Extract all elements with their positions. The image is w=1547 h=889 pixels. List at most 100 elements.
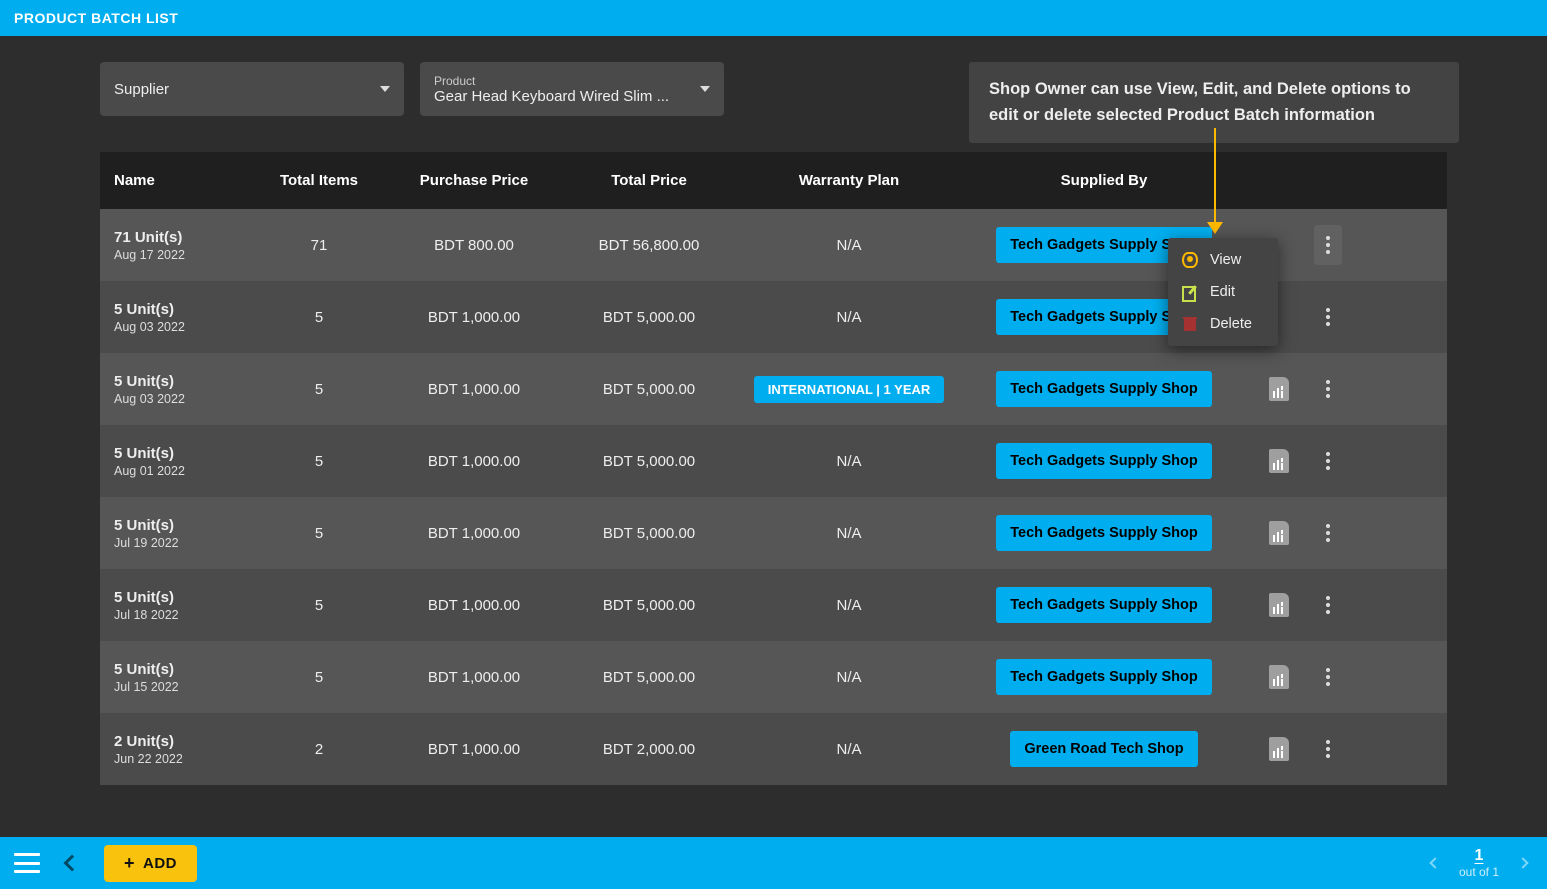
cell-total-items: 5 <box>254 453 384 470</box>
report-icon[interactable] <box>1269 449 1289 473</box>
table-row: 5 Unit(s) Aug 01 2022 5 BDT 1,000.00 BDT… <box>100 425 1447 497</box>
table-row: 5 Unit(s) Jul 18 2022 5 BDT 1,000.00 BDT… <box>100 569 1447 641</box>
chevron-down-icon <box>700 86 710 92</box>
cell-purchase-price: BDT 800.00 <box>384 237 564 254</box>
cell-total-price: BDT 5,000.00 <box>564 669 734 686</box>
product-select[interactable]: Product Gear Head Keyboard Wired Slim ..… <box>420 62 724 116</box>
back-button[interactable] <box>64 855 81 872</box>
menu-item-edit-label: Edit <box>1210 284 1235 300</box>
pagination-prev[interactable] <box>1429 857 1440 868</box>
col-name: Name <box>114 172 254 189</box>
cell-total-price: BDT 5,000.00 <box>564 453 734 470</box>
row-context-menu: View Edit Delete <box>1168 238 1278 346</box>
menu-item-view[interactable]: View <box>1168 244 1278 276</box>
cell-warranty: N/A <box>734 741 964 758</box>
hamburger-icon[interactable] <box>14 853 40 873</box>
col-total-items: Total Items <box>254 172 384 189</box>
supplier-link[interactable]: Tech Gadgets Supply Shop <box>996 443 1211 479</box>
cell-total-price: BDT 5,000.00 <box>564 309 734 326</box>
cell-warranty: N/A <box>734 453 964 470</box>
supplier-link[interactable]: Tech Gadgets Supply Shop <box>996 515 1211 551</box>
menu-item-view-label: View <box>1210 252 1241 268</box>
col-supplied-by: Supplied By <box>964 172 1244 189</box>
eye-icon <box>1182 252 1198 268</box>
tooltip-arrow-line <box>1214 128 1216 228</box>
table-row: 5 Unit(s) Jul 19 2022 5 BDT 1,000.00 BDT… <box>100 497 1447 569</box>
cell-total-items: 5 <box>254 669 384 686</box>
cell-total-items: 5 <box>254 381 384 398</box>
row-actions-button[interactable] <box>1314 657 1342 697</box>
supplier-link[interactable]: Green Road Tech Shop <box>1010 731 1197 767</box>
bottom-bar: + ADD 1 out of 1 <box>0 837 1547 889</box>
cell-purchase-price: BDT 1,000.00 <box>384 669 564 686</box>
menu-item-delete-label: Delete <box>1210 316 1252 332</box>
pagination-out-of: out of 1 <box>1459 865 1499 879</box>
report-icon[interactable] <box>1269 593 1289 617</box>
warranty-badge: INTERNATIONAL | 1 YEAR <box>754 376 945 403</box>
col-purchase-price: Purchase Price <box>384 172 564 189</box>
cell-total-items: 71 <box>254 237 384 254</box>
table-row: 5 Unit(s) Aug 03 2022 5 BDT 1,000.00 BDT… <box>100 353 1447 425</box>
product-select-value: Gear Head Keyboard Wired Slim ... <box>434 88 669 105</box>
page-title: PRODUCT BATCH LIST <box>14 10 178 26</box>
tooltip-arrow-head-icon <box>1207 222 1223 234</box>
add-button[interactable]: + ADD <box>104 845 197 882</box>
cell-purchase-price: BDT 1,000.00 <box>384 309 564 326</box>
table-row: 2 Unit(s) Jun 22 2022 2 BDT 1,000.00 BDT… <box>100 713 1447 785</box>
plus-icon: + <box>124 858 135 869</box>
menu-item-edit[interactable]: Edit <box>1168 276 1278 308</box>
row-actions-button[interactable] <box>1314 585 1342 625</box>
report-icon[interactable] <box>1269 521 1289 545</box>
cell-name: 5 Unit(s) Aug 03 2022 <box>114 373 254 406</box>
cell-purchase-price: BDT 1,000.00 <box>384 453 564 470</box>
row-actions-button[interactable] <box>1314 729 1342 769</box>
cell-warranty: N/A <box>734 309 964 326</box>
supplier-link[interactable]: Tech Gadgets Supply Shop <box>996 659 1211 695</box>
cell-name: 5 Unit(s) Aug 01 2022 <box>114 445 254 478</box>
cell-name: 5 Unit(s) Jul 19 2022 <box>114 517 254 550</box>
row-actions-button[interactable] <box>1314 513 1342 553</box>
pagination-page-number[interactable]: 1 <box>1459 847 1499 865</box>
cell-total-items: 2 <box>254 741 384 758</box>
pagination-next[interactable] <box>1517 857 1528 868</box>
row-actions-button[interactable] <box>1314 369 1342 409</box>
cell-name: 71 Unit(s) Aug 17 2022 <box>114 229 254 262</box>
cell-name: 5 Unit(s) Aug 03 2022 <box>114 301 254 334</box>
supplier-link[interactable]: Tech Gadgets Supply Shop <box>996 587 1211 623</box>
report-icon[interactable] <box>1269 377 1289 401</box>
report-icon[interactable] <box>1269 737 1289 761</box>
pencil-icon <box>1182 284 1198 300</box>
cell-purchase-price: BDT 1,000.00 <box>384 381 564 398</box>
cell-name: 5 Unit(s) Jul 15 2022 <box>114 661 254 694</box>
row-actions-button[interactable] <box>1314 441 1342 481</box>
cell-total-price: BDT 2,000.00 <box>564 741 734 758</box>
cell-total-price: BDT 56,800.00 <box>564 237 734 254</box>
cell-total-items: 5 <box>254 309 384 326</box>
cell-purchase-price: BDT 1,000.00 <box>384 525 564 542</box>
top-bar: PRODUCT BATCH LIST <box>0 0 1547 36</box>
report-icon[interactable] <box>1269 665 1289 689</box>
col-total-price: Total Price <box>564 172 734 189</box>
row-actions-button[interactable] <box>1314 297 1342 337</box>
chevron-down-icon <box>380 86 390 92</box>
cell-name: 2 Unit(s) Jun 22 2022 <box>114 733 254 766</box>
row-actions-button[interactable] <box>1314 225 1342 265</box>
cell-purchase-price: BDT 1,000.00 <box>384 597 564 614</box>
cell-purchase-price: BDT 1,000.00 <box>384 741 564 758</box>
cell-warranty: N/A <box>734 597 964 614</box>
cell-name: 5 Unit(s) Jul 18 2022 <box>114 589 254 622</box>
cell-warranty: N/A <box>734 237 964 254</box>
add-button-label: ADD <box>143 855 177 872</box>
cell-warranty: N/A <box>734 525 964 542</box>
trash-icon <box>1182 316 1198 332</box>
cell-total-price: BDT 5,000.00 <box>564 597 734 614</box>
supplier-select-label: Supplier <box>114 81 169 98</box>
product-select-label: Product <box>434 74 669 88</box>
supplier-select[interactable]: Supplier <box>100 62 404 116</box>
menu-item-delete[interactable]: Delete <box>1168 308 1278 340</box>
cell-total-price: BDT 5,000.00 <box>564 381 734 398</box>
supplier-link[interactable]: Tech Gadgets Supply Shop <box>996 371 1211 407</box>
cell-warranty: N/A <box>734 669 964 686</box>
cell-total-items: 5 <box>254 597 384 614</box>
cell-total-price: BDT 5,000.00 <box>564 525 734 542</box>
